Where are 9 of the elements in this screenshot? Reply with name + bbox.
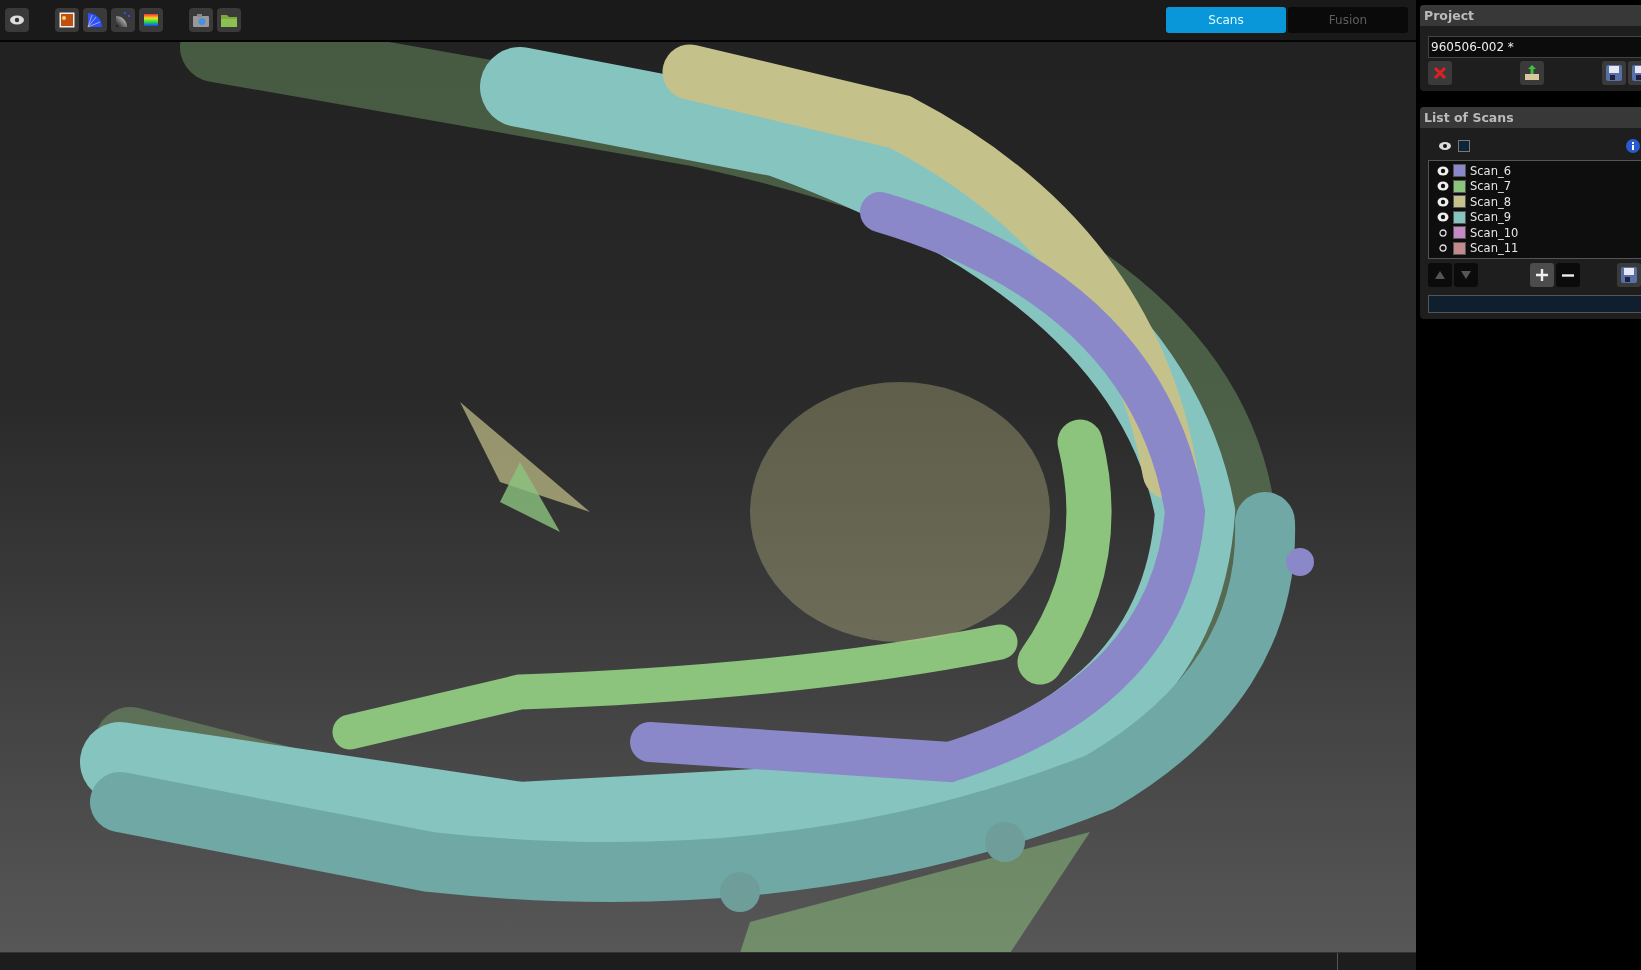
- panel-title: List of Scans: [1420, 107, 1641, 128]
- scan-name[interactable]: Scan_10: [1470, 225, 1519, 240]
- scan-name[interactable]: Scan_8: [1470, 194, 1512, 209]
- scan-name[interactable]: Scan_7: [1470, 179, 1512, 194]
- scan-name[interactable]: Scan_6: [1470, 163, 1512, 178]
- scan-name[interactable]: Scan_11: [1470, 241, 1519, 256]
- project-name-field[interactable]: 960506-002 *: [1428, 36, 1641, 58]
- panel-title: Project: [1420, 5, 1641, 26]
- scan-name[interactable]: Scan_9: [1470, 210, 1512, 225]
